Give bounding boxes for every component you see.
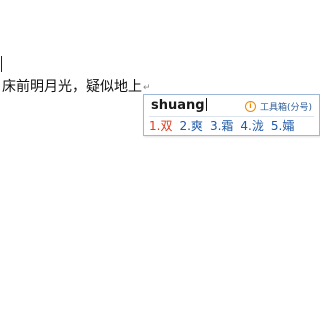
- ime-composition-bar: shuang i 工具箱(分号): [144, 95, 319, 116]
- candidate-text: 霜: [221, 119, 234, 133]
- document-text: 床前明月光，疑似地上: [2, 79, 142, 95]
- candidate-text: 孀: [282, 119, 295, 133]
- candidate-index: 2.: [179, 119, 191, 133]
- candidate-text: 双: [160, 119, 173, 133]
- candidate-list: 1.双 2.爽 3.霜 4.泷 5.孀: [149, 117, 301, 135]
- ime-composition-text: shuang: [151, 97, 207, 114]
- candidate-text: 泷: [251, 119, 264, 133]
- pinyin-input: shuang: [151, 98, 205, 113]
- ime-candidate-window[interactable]: shuang i 工具箱(分号) 1.双 2.爽 3.霜 4.泷 5.孀: [143, 94, 320, 136]
- candidate-index: 1.: [149, 119, 161, 133]
- candidate-item-2[interactable]: 2.爽: [179, 118, 202, 134]
- toolbox-button[interactable]: i 工具箱(分号): [244, 99, 312, 113]
- candidate-item-5[interactable]: 5.孀: [271, 118, 294, 134]
- candidate-item-4[interactable]: 4.泷: [240, 118, 263, 134]
- candidate-index: 4.: [240, 119, 252, 133]
- candidate-text: 爽: [190, 119, 203, 133]
- candidate-index: 3.: [209, 119, 222, 133]
- text-cursor: [1, 56, 2, 72]
- candidate-item-3[interactable]: 3.霜: [210, 118, 233, 134]
- document-page[interactable]: 床前明月光，疑似地上↵: [0, 0, 320, 320]
- toolbox-label: 工具箱(分号): [259, 102, 312, 113]
- info-icon: i: [244, 100, 256, 112]
- ime-caret: [205, 98, 207, 111]
- document-text-line[interactable]: 床前明月光，疑似地上↵: [2, 78, 151, 97]
- candidate-index: 5.: [270, 119, 283, 133]
- candidate-item-1[interactable]: 1.双: [149, 118, 172, 134]
